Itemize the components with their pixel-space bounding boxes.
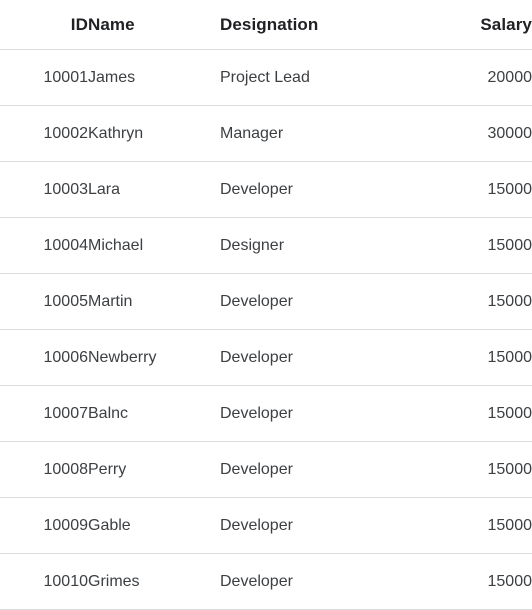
cell-name: Michael	[88, 217, 220, 274]
table-body: 10001 James Project Lead 20000 10002 Kathryn M…	[0, 49, 532, 610]
cell-id: 10005	[0, 273, 88, 330]
cell-salary: 15000	[405, 385, 532, 442]
cell-name: Perry	[88, 441, 220, 498]
cell-name: Kathryn	[88, 105, 220, 162]
cell-designation: Developer	[220, 161, 405, 218]
cell-id: 10007	[0, 385, 88, 442]
cell-salary: 30000	[405, 105, 532, 162]
cell-salary: 15000	[405, 497, 532, 554]
cell-name: Gable	[88, 497, 220, 554]
column-header-designation[interactable]: Designation	[220, 0, 405, 50]
cell-designation: Developer	[220, 441, 405, 498]
table-row[interactable]: 10009 Gable Developer 15000	[0, 497, 532, 554]
cell-designation: Manager	[220, 105, 405, 162]
employee-table: ID Name Designation Salary 10001 James Pro…	[0, 0, 532, 610]
table-row[interactable]: 10004 Michael Designer 15000	[0, 217, 532, 274]
cell-name: James	[88, 49, 220, 106]
cell-designation: Designer	[220, 217, 405, 274]
cell-id: 10008	[0, 441, 88, 498]
cell-name: Martin	[88, 273, 220, 330]
cell-salary: 15000	[405, 161, 532, 218]
table-header: ID Name Designation Salary	[0, 0, 532, 50]
table-row[interactable]: 10010 Grimes Developer 15000	[0, 553, 532, 610]
table-row[interactable]: 10008 Perry Developer 15000	[0, 441, 532, 498]
cell-id: 10009	[0, 497, 88, 554]
cell-id: 10002	[0, 105, 88, 162]
cell-name: Newberry	[88, 329, 220, 386]
cell-id: 10006	[0, 329, 88, 386]
cell-salary: 15000	[405, 329, 532, 386]
cell-id: 10010	[0, 553, 88, 610]
cell-id: 10003	[0, 161, 88, 218]
cell-id: 10001	[0, 49, 88, 106]
table-row[interactable]: 10006 Newberry Developer 15000	[0, 329, 532, 386]
cell-designation: Developer	[220, 553, 405, 610]
cell-salary: 15000	[405, 553, 532, 610]
table-row[interactable]: 10005 Martin Developer 15000	[0, 273, 532, 330]
column-header-id[interactable]: ID	[0, 0, 88, 50]
cell-id: 10004	[0, 217, 88, 274]
cell-designation: Developer	[220, 329, 405, 386]
cell-salary: 15000	[405, 217, 532, 274]
cell-name: Balnc	[88, 385, 220, 442]
table-header-row: ID Name Designation Salary	[0, 0, 532, 50]
cell-designation: Project Lead	[220, 49, 405, 106]
cell-name: Lara	[88, 161, 220, 218]
cell-designation: Developer	[220, 273, 405, 330]
cell-salary: 15000	[405, 273, 532, 330]
cell-name: Grimes	[88, 553, 220, 610]
cell-salary: 15000	[405, 441, 532, 498]
column-header-name[interactable]: Name	[88, 0, 220, 50]
table-row[interactable]: 10007 Balnc Developer 15000	[0, 385, 532, 442]
cell-designation: Developer	[220, 385, 405, 442]
column-header-salary[interactable]: Salary	[405, 0, 532, 50]
table-row[interactable]: 10001 James Project Lead 20000	[0, 49, 532, 106]
cell-designation: Developer	[220, 497, 405, 554]
table-row[interactable]: 10002 Kathryn Manager 30000	[0, 105, 532, 162]
cell-salary: 20000	[405, 49, 532, 106]
table-row[interactable]: 10003 Lara Developer 15000	[0, 161, 532, 218]
